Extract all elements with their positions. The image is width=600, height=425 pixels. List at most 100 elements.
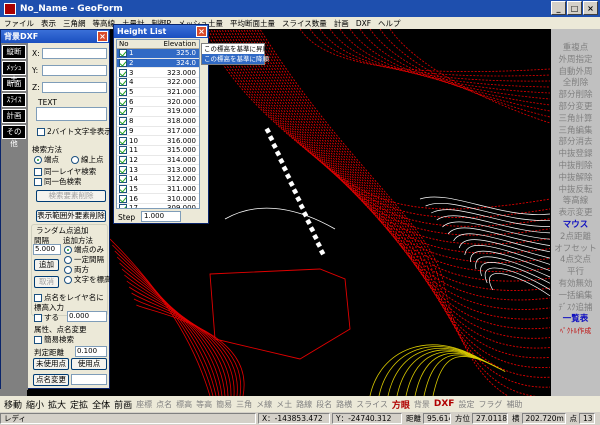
table-row[interactable]: 12 314.000 [117,155,199,166]
sort-descending-item[interactable]: この標高を基準に降順 [202,54,269,64]
right-panel-item[interactable]: 中抜解除 [558,173,592,185]
right-panel-item[interactable]: 外周指定 [558,55,592,67]
minimize-button[interactable]: _ [551,1,566,15]
show-range-delete-button[interactable]: 表示範囲外要素削除 [36,210,106,222]
same-color-checkbox[interactable]: 同一色検索 [34,176,82,187]
online-radio[interactable]: 線上点 [71,154,104,165]
left-panel-button[interactable]: ﾒｯｼｭ土 [2,61,26,84]
table-row[interactable]: 4 322.000 [117,78,199,88]
simple-search-checkbox[interactable]: 簡易検索 [34,334,74,345]
x-field[interactable] [42,48,107,59]
elev-value-field[interactable]: 0.000 [67,311,107,322]
step-field[interactable]: 1.000 [141,211,181,222]
judge-dist-field[interactable]: 0.100 [75,346,107,357]
cancel-add-button[interactable]: 取消 [34,276,59,288]
table-row[interactable]: 6 320.000 [117,97,199,108]
menu-item[interactable]: ファイル [4,18,34,29]
menu-item[interactable]: 等高線 [93,18,116,29]
right-panel-item[interactable]: 三角計算 [558,114,592,126]
twobyte-checkbox[interactable]: 2バイト文字非表示 [37,126,112,137]
point-name-change-button[interactable]: 点名変更 [33,374,69,386]
right-panel-item[interactable]: 有効無効 [558,279,592,291]
table-row[interactable]: 3 323.000 [117,68,199,79]
toolbar-button[interactable]: フラグ [478,399,502,410]
close-button[interactable]: × [583,1,598,15]
table-row[interactable]: 11 315.000 [117,146,199,156]
search-delete-button[interactable]: 検索要素削除 [36,190,106,202]
toolbar-button[interactable]: DXF [434,399,455,409]
maximize-button[interactable]: □ [567,1,582,15]
toolbar-button[interactable]: 等高 [196,399,212,410]
menu-item[interactable]: DXF [356,19,371,28]
right-panel-item[interactable]: 重複点 [563,43,589,55]
right-panel-item[interactable]: 全削除 [563,78,589,90]
toolbar-button[interactable]: 背景 [414,399,430,410]
menu-item[interactable]: 計画 [334,18,349,29]
right-panel-item[interactable]: オフセット [554,244,597,256]
table-row[interactable]: 2 324.0 [117,58,199,69]
dxf-close-icon[interactable]: × [97,31,108,42]
toolbar-button[interactable]: 路線 [296,399,312,410]
table-row[interactable]: 8 318.000 [117,117,199,127]
toolbar-button[interactable]: 三角 [236,399,252,410]
toolbar-button[interactable]: 全体 [92,398,110,411]
table-row[interactable]: 14 312.000 [117,175,199,185]
right-panel-item[interactable]: 三角編集 [558,126,592,138]
height-table[interactable]: No Elevation 1 325.0 2 324.0 3 323.000 4 322.000… [116,39,200,209]
toolbar-button[interactable]: 簡易 [216,399,232,410]
toolbar-button[interactable]: 拡大 [48,398,66,411]
toolbar-button[interactable]: スライス [356,399,388,410]
menu-item[interactable]: スライス数量 [282,18,327,29]
toolbar-button[interactable]: 補助 [506,399,522,410]
left-panel-button[interactable]: 計画 [2,109,26,123]
right-panel-item[interactable]: 2点距離 [560,232,591,244]
menu-item[interactable]: 三角網 [63,18,86,29]
right-panel-item[interactable]: 自動外周 [558,67,592,79]
toolbar-button[interactable]: 移動 [4,398,22,411]
right-panel-item[interactable]: 中抜削除 [558,161,592,173]
left-panel-button[interactable]: その他 [2,125,26,148]
toolbar-button[interactable]: 前画 [114,398,132,411]
toolbar-button[interactable]: メ土 [276,399,292,410]
right-panel-item[interactable]: 部分変更 [558,102,592,114]
text-field[interactable] [36,107,107,121]
right-panel-item[interactable]: マウス [563,220,589,232]
toolbar-button[interactable]: 点名 [156,399,172,410]
interval-field[interactable]: 5.000 [33,244,61,255]
table-row[interactable]: 16 310.000 [117,194,199,204]
table-row[interactable]: 15 311.000 [117,184,199,195]
toolbar-button[interactable]: メ線 [256,399,272,410]
right-panel-item[interactable]: 部分削除 [558,90,592,102]
toolbar-button[interactable]: 標高 [176,399,192,410]
table-row[interactable]: 7 319.000 [117,107,199,117]
right-panel-item[interactable]: 中抜登録 [558,149,592,161]
unused-points-button[interactable]: 未使用点 [33,358,69,370]
text-elev-radio[interactable]: 文字を標高に [64,274,119,285]
right-panel-item[interactable]: 中抜反転 [558,185,592,197]
z-field[interactable] [42,82,107,93]
height-list-close-icon[interactable]: × [196,26,207,37]
right-panel-item[interactable]: 一覧表 [563,314,589,326]
left-panel-button[interactable]: ｽﾗｲｽ [2,93,26,107]
menu-item[interactable]: ヘルプ [378,18,401,29]
table-row[interactable]: 13 313.000 [117,165,199,175]
menu-item[interactable]: 表示 [41,18,56,29]
menu-item[interactable]: 平均断面土量 [230,18,275,29]
toolbar-button[interactable]: 方眼 [392,398,410,411]
toolbar-button[interactable]: 段名 [316,399,332,410]
endpoint-radio[interactable]: 端点 [34,154,59,165]
add-button[interactable]: 追加 [34,259,59,271]
left-panel-button[interactable]: 縦断 [2,45,26,59]
y-field[interactable] [42,65,107,76]
right-panel-item[interactable]: 等高線 [563,196,589,208]
elev-do-checkbox[interactable]: する [34,312,59,323]
right-panel-item[interactable]: 表示変更 [558,208,592,220]
right-panel-item[interactable]: 4点交点 [560,255,591,267]
toolbar-button[interactable]: 路横 [336,399,352,410]
right-panel-item[interactable]: 一括編集 [558,291,592,303]
table-row[interactable]: 5 321.000 [117,88,199,98]
toolbar-button[interactable]: 設定 [458,399,474,410]
right-panel-item[interactable]: 部分消去 [558,137,592,149]
table-row[interactable]: 1 325.0 [117,49,199,59]
right-panel-item[interactable]: 平行 [567,267,584,279]
